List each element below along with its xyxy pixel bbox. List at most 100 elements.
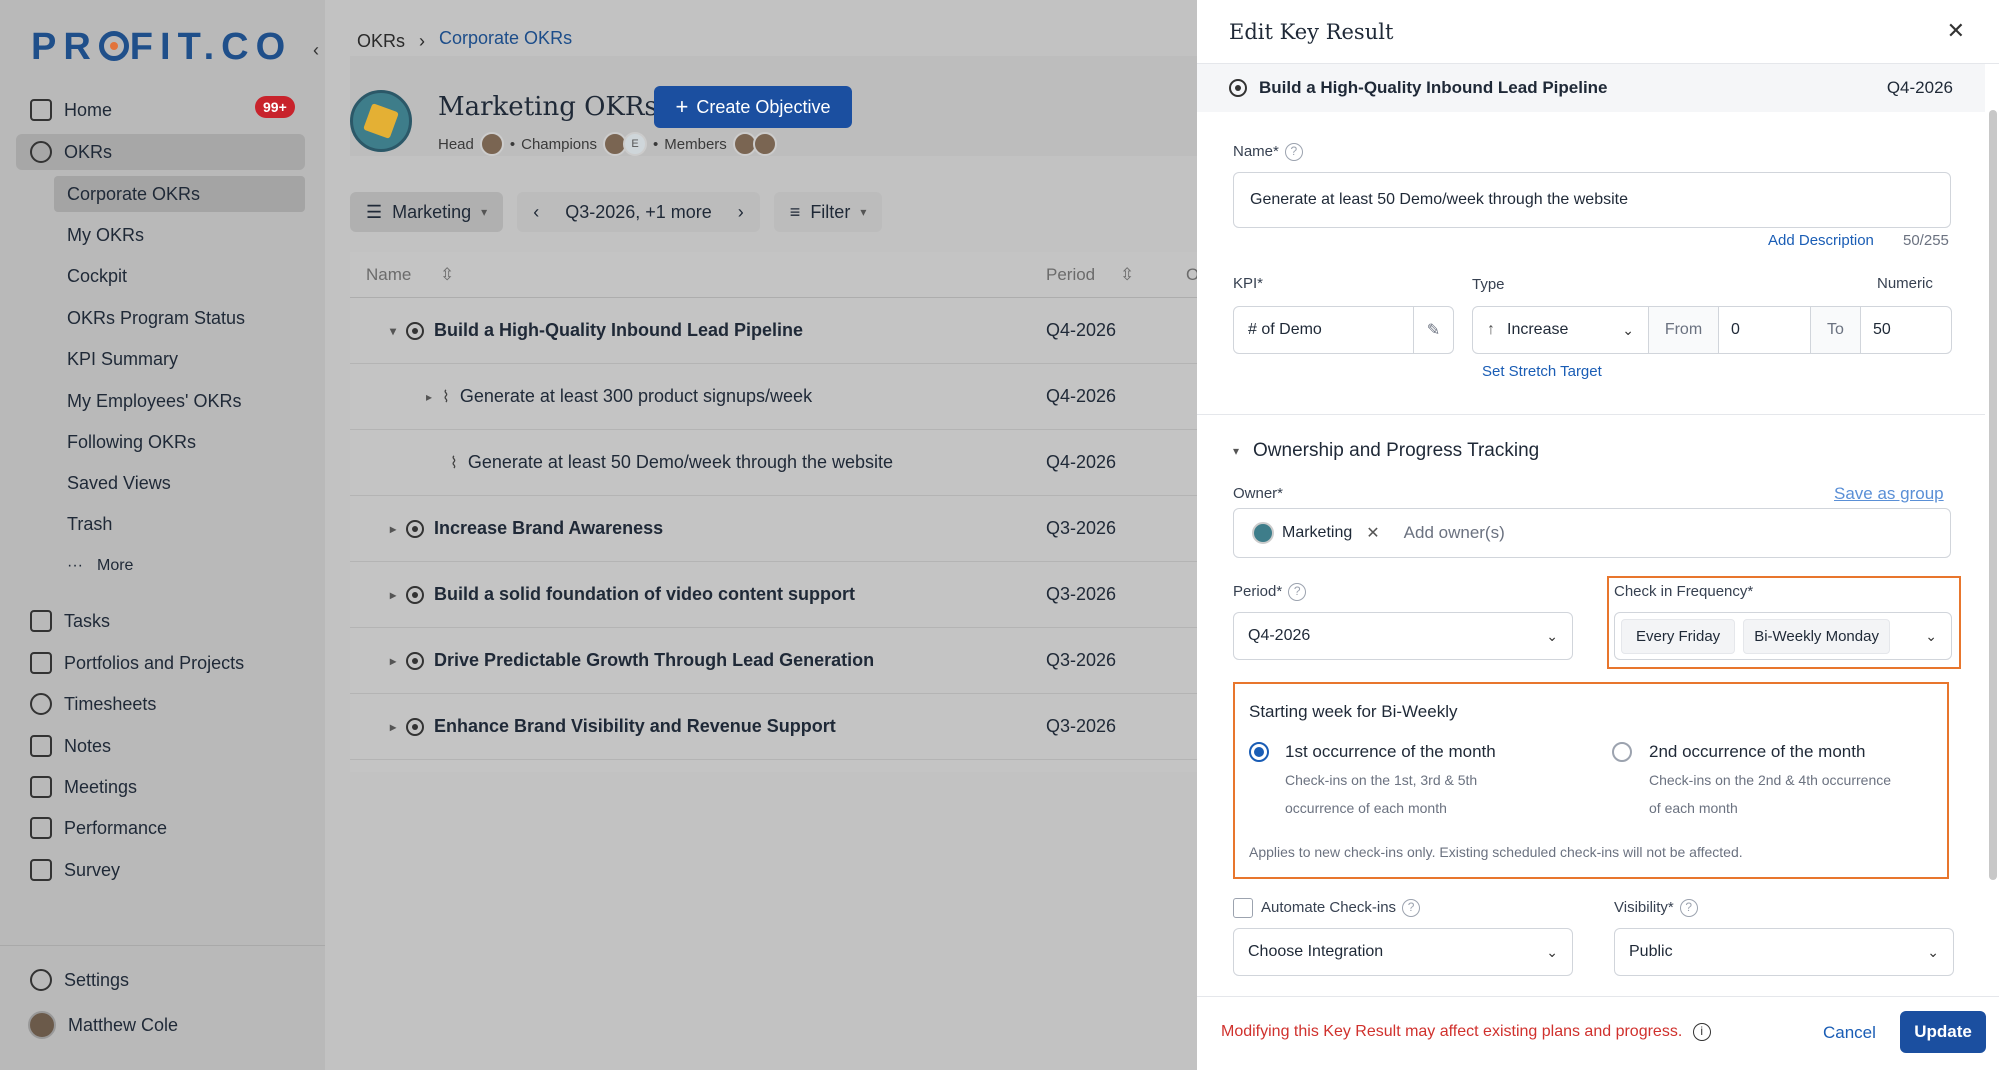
table-row[interactable]: ▸ Build a solid foundation of video cont… <box>350 562 1200 628</box>
sidebar-sub-following-okrs[interactable]: Following OKRs <box>67 424 196 460</box>
sidebar-sub-more[interactable]: ··· More <box>67 548 133 584</box>
team-selector[interactable]: ☰ Marketing ▾ <box>350 192 504 232</box>
owner-input[interactable]: Marketing ✕ Add owner(s) <box>1233 508 1951 558</box>
type-group: ↑ Increase ⌄ From 0 To 50 <box>1472 306 1952 354</box>
sidebar-sub-saved-views[interactable]: Saved Views <box>67 465 171 501</box>
second-occurrence-desc: Check-ins on the 2nd & 4th occurrence <box>1649 772 1892 788</box>
automate-checkins-checkbox[interactable] <box>1233 898 1253 918</box>
type-select[interactable]: ↑ Increase ⌄ <box>1473 307 1649 353</box>
avatar[interactable]: E <box>623 132 647 156</box>
avatar[interactable] <box>752 132 777 156</box>
target-icon <box>30 141 52 163</box>
chevron-down-icon: ⌄ <box>1622 321 1634 338</box>
chevron-left-icon[interactable]: ‹ <box>533 202 539 223</box>
chevron-right-icon[interactable]: ▸ <box>390 588 396 602</box>
remove-owner-icon[interactable]: ✕ <box>1366 523 1379 543</box>
avatar[interactable] <box>479 132 504 156</box>
table-row[interactable]: ▸ Increase Brand Awareness Q3-2026 <box>350 496 1200 562</box>
sidebar-item-label: OKRs <box>64 141 113 162</box>
to-input[interactable]: 50 <box>1861 307 1951 353</box>
integration-value: Choose Integration <box>1248 943 1384 960</box>
from-input[interactable]: 0 <box>1719 307 1811 353</box>
sidebar-sub-my-employees-okrs[interactable]: My Employees' OKRs <box>67 383 241 419</box>
name-input[interactable]: Generate at least 50 Demo/week through t… <box>1233 172 1951 228</box>
from-label: From <box>1649 307 1719 353</box>
key-result-name[interactable]: ⌇ Generate at least 50 Demo/week through… <box>450 452 893 473</box>
sidebar-item-notes[interactable]: Notes <box>30 728 111 764</box>
sidebar-sub-corporate-okrs[interactable]: Corporate OKRs <box>67 176 200 212</box>
set-stretch-target-link[interactable]: Set Stretch Target <box>1482 363 1602 380</box>
filter-bar: ☰ Marketing ▾ ‹ Q3-2026, +1 more › ≡ Fil… <box>350 192 883 232</box>
breadcrumb-okrs[interactable]: OKRs <box>357 31 405 52</box>
table-row[interactable]: ▸ Enhance Brand Visibility and Revenue S… <box>350 694 1200 760</box>
sidebar-item-meetings[interactable]: Meetings <box>30 769 137 805</box>
sidebar-item-survey[interactable]: Survey <box>30 852 120 888</box>
chevron-right-icon[interactable]: ▸ <box>426 390 432 404</box>
collapse-sidebar-icon[interactable]: ‹ <box>313 40 319 61</box>
cancel-button[interactable]: Cancel <box>1823 1023 1876 1043</box>
pencil-icon[interactable]: ✎ <box>1413 307 1453 353</box>
key-result-name[interactable]: ▸ ⌇ Generate at least 300 product signup… <box>426 386 812 407</box>
sidebar-item-tasks[interactable]: Tasks <box>30 603 110 639</box>
update-button[interactable]: Update <box>1900 1011 1986 1053</box>
sort-icon[interactable]: ⇳ <box>440 265 454 285</box>
period-selector[interactable]: ‹ Q3-2026, +1 more › <box>517 192 760 232</box>
help-icon[interactable]: ? <box>1288 583 1307 602</box>
check-in-frequency-select[interactable]: Every Friday Bi-Weekly Monday ⌄ <box>1614 612 1952 660</box>
chevron-down-icon[interactable]: ▾ <box>390 324 396 338</box>
chevron-right-icon[interactable]: › <box>738 202 744 223</box>
objective-name[interactable]: ▸ Increase Brand Awareness <box>390 518 663 539</box>
sidebar-item-settings[interactable]: Settings <box>30 962 129 998</box>
period-select[interactable]: Q4-2026 ⌄ <box>1233 612 1573 660</box>
sidebar-item-portfolios[interactable]: Portfolios and Projects <box>30 645 244 681</box>
user-profile[interactable]: Matthew Cole <box>28 1007 178 1043</box>
help-icon[interactable]: ? <box>1402 899 1421 918</box>
table-row[interactable]: ▸ ⌇ Generate at least 300 product signup… <box>350 364 1200 430</box>
frequency-option[interactable]: Bi-Weekly Monday <box>1743 618 1890 654</box>
profit-co-logo[interactable]: PR FIT.CO <box>31 26 292 69</box>
info-icon[interactable]: i <box>1692 1023 1711 1041</box>
save-as-group-link[interactable]: Save as group <box>1834 484 1944 504</box>
visibility-select[interactable]: Public ⌄ <box>1614 928 1954 976</box>
objective-name[interactable]: ▸ Drive Predictable Growth Through Lead … <box>390 650 874 671</box>
marketing-team-logo <box>350 90 412 152</box>
sidebar-sub-kpi-summary[interactable]: KPI Summary <box>67 341 178 377</box>
chevron-right-icon[interactable]: ▸ <box>390 654 396 668</box>
second-occurrence-title[interactable]: 2nd occurrence of the month <box>1649 742 1865 762</box>
sidebar-sub-trash[interactable]: Trash <box>67 506 112 542</box>
column-name[interactable]: Name <box>366 265 411 285</box>
sidebar-item-okrs[interactable]: OKRs <box>30 134 112 170</box>
table-row[interactable]: ▾ Build a High-Quality Inbound Lead Pipe… <box>350 298 1200 364</box>
kpi-field[interactable]: # of Demo ✎ <box>1233 306 1454 354</box>
okr-table: Name ⇳ Period ⇳ O ▾ Build a High-Quality… <box>350 252 1200 772</box>
sidebar-item-home[interactable]: Home <box>30 92 112 128</box>
integration-select[interactable]: Choose Integration ⌄ <box>1233 928 1573 976</box>
sort-icon[interactable]: ⇳ <box>1120 265 1134 285</box>
chevron-right-icon[interactable]: ▸ <box>390 720 396 734</box>
first-occurrence-radio[interactable] <box>1249 742 1269 762</box>
create-objective-button[interactable]: + Create Objective <box>654 86 852 128</box>
chevron-right-icon[interactable]: ▸ <box>390 522 396 536</box>
close-icon[interactable]: ✕ <box>1947 18 1965 44</box>
sidebar-item-performance[interactable]: Performance <box>30 810 167 846</box>
help-icon[interactable]: ? <box>1679 899 1698 918</box>
sidebar-sub-okrs-program-status[interactable]: OKRs Program Status <box>67 300 245 336</box>
frequency-option[interactable]: Every Friday <box>1621 618 1736 654</box>
column-period[interactable]: Period <box>1046 265 1095 285</box>
table-row[interactable]: ▸ Drive Predictable Growth Through Lead … <box>350 628 1200 694</box>
sidebar-sub-my-okrs[interactable]: My OKRs <box>67 217 144 253</box>
first-occurrence-title[interactable]: 1st occurrence of the month <box>1285 742 1496 762</box>
sidebar-sub-cockpit[interactable]: Cockpit <box>67 258 127 294</box>
filter-button[interactable]: ≡ Filter ▾ <box>773 192 883 232</box>
row-label: Build a solid foundation of video conten… <box>434 584 856 604</box>
help-icon[interactable]: ? <box>1284 143 1303 162</box>
sidebar-item-timesheets[interactable]: Timesheets <box>30 686 156 722</box>
add-description-link[interactable]: Add Description <box>1768 232 1874 249</box>
ownership-section-toggle[interactable]: ▾ Ownership and Progress Tracking <box>1233 440 1539 462</box>
scrollbar[interactable] <box>1989 110 1997 880</box>
table-row[interactable]: ⌇ Generate at least 50 Demo/week through… <box>350 430 1200 496</box>
objective-name[interactable]: ▸ Enhance Brand Visibility and Revenue S… <box>390 716 836 737</box>
objective-name[interactable]: ▸ Build a solid foundation of video cont… <box>390 584 855 605</box>
objective-name[interactable]: ▾ Build a High-Quality Inbound Lead Pipe… <box>390 320 803 341</box>
second-occurrence-radio[interactable] <box>1612 742 1632 762</box>
